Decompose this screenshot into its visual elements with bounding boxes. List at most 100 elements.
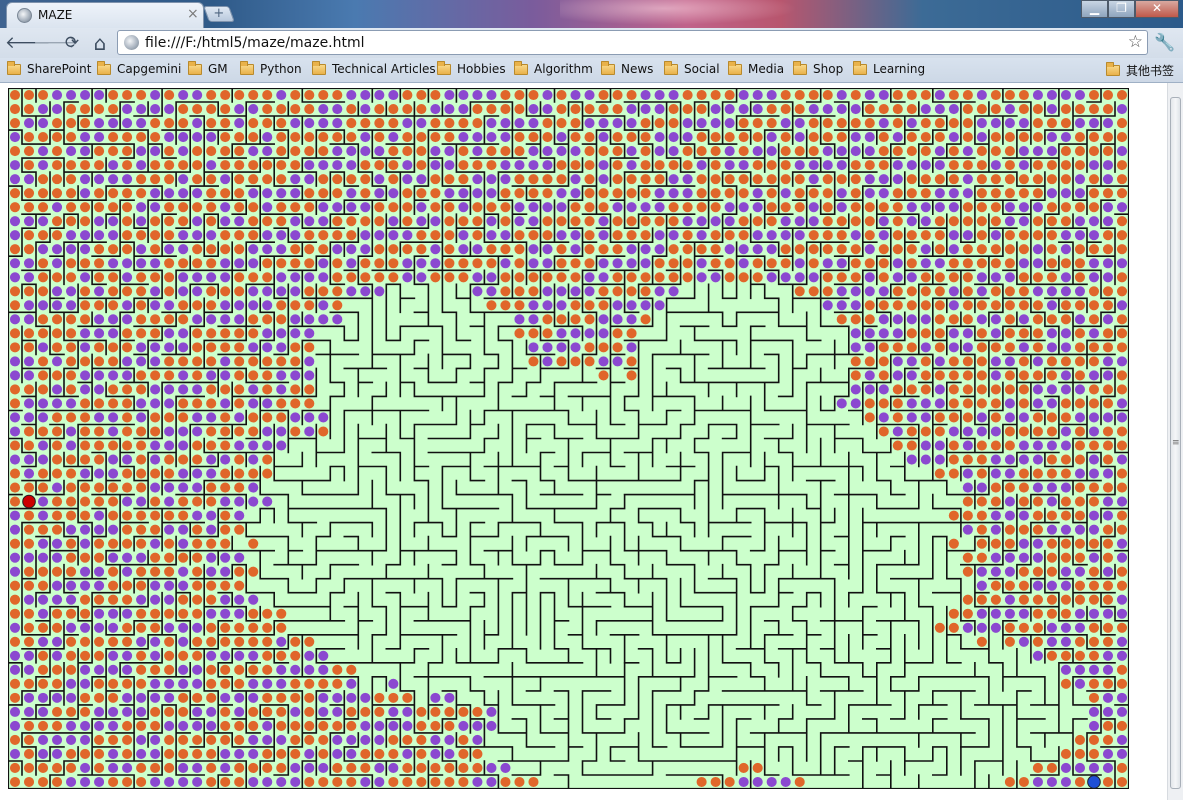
maze-cell-dot [920, 384, 931, 395]
maze-cell-dot [23, 720, 35, 731]
maze-cell-dot [906, 174, 917, 185]
maze-cell-dot [318, 706, 329, 717]
maze-cell-dot [878, 89, 889, 101]
maze-cell-dot [66, 426, 77, 437]
bookmark-folder-sharepoint[interactable]: SharePoint [7, 60, 91, 76]
maze-cell-dot [878, 258, 889, 269]
maze-cell-dot [1032, 636, 1043, 647]
maze-cell-dot [108, 580, 119, 591]
address-bar[interactable]: file:///F:/html5/maze/maze.html ☆ [117, 30, 1148, 55]
maze-cell-dot [262, 314, 273, 325]
maze-cell-dot [1046, 258, 1057, 269]
maze-cell-dot [416, 188, 427, 199]
maze-cell-dot [976, 398, 987, 409]
maze-cell-dot [654, 286, 665, 297]
maze-cell-dot [388, 272, 399, 283]
home-icon[interactable]: ⌂ [89, 32, 111, 54]
maze-cell-dot [318, 202, 329, 213]
maze-cell-dot [178, 538, 189, 549]
maze-cell-dot [780, 89, 791, 101]
maze-cell-dot [976, 202, 987, 213]
maze-cell-dot [878, 300, 889, 311]
maze-cell-dot [430, 202, 441, 213]
bookmark-folder-hobbies[interactable]: Hobbies [437, 60, 506, 76]
url-text[interactable]: file:///F:/html5/maze/maze.html [145, 35, 365, 51]
maximize-button[interactable]: ❐ [1108, 0, 1135, 18]
other-bookmarks-folder[interactable]: 其他书签 [1106, 62, 1174, 79]
bookmark-star-icon[interactable]: ☆ [1128, 32, 1143, 52]
maze-cell-dot [934, 202, 945, 213]
maze-cell-dot [1116, 552, 1128, 563]
close-window-button[interactable]: ✕ [1135, 0, 1179, 18]
maze-cell-dot [388, 230, 399, 241]
maze-cell-dot [836, 174, 847, 185]
scrollbar-thumb[interactable]: ≡ [1170, 97, 1181, 789]
maze-cell-dot [934, 356, 945, 367]
maze-canvas[interactable] [8, 88, 1129, 789]
maze-cell-dot [178, 566, 189, 577]
maze-cell-dot [1088, 342, 1100, 353]
maze-cell-dot [1018, 188, 1029, 199]
maze-cell-dot [990, 398, 1001, 409]
maze-cell-dot [94, 440, 105, 451]
maze-cell-dot [990, 230, 1001, 241]
bookmark-folder-news[interactable]: News [601, 60, 653, 76]
maze-cell-dot [37, 216, 49, 227]
maze-cell-dot [724, 174, 735, 185]
maze-cell-dot [66, 103, 77, 115]
maze-cell-dot [948, 328, 959, 339]
new-tab-button[interactable]: + [203, 6, 235, 22]
maze-cell-dot [710, 230, 721, 241]
bookmark-folder-media[interactable]: Media [728, 60, 784, 76]
window-controls: ▁ ❐ ✕ [1081, 0, 1179, 20]
page-info-globe-icon[interactable] [124, 35, 139, 50]
maze-cell-dot [9, 412, 21, 423]
maze-cell-dot [94, 468, 105, 479]
vertical-scrollbar[interactable]: ≡ [1167, 83, 1183, 800]
bookmark-folder-python[interactable]: Python [240, 60, 302, 76]
bookmark-folder-technical-articles[interactable]: Technical Articles [312, 60, 436, 76]
maze-cell-dot [220, 706, 231, 717]
maze-cell-dot [234, 664, 245, 675]
bookmark-folder-algorithm[interactable]: Algorithm [514, 60, 593, 76]
maze-cell-dot [66, 118, 77, 129]
maze-cell-dot [122, 132, 133, 143]
bookmark-folder-social[interactable]: Social [664, 60, 720, 76]
maze-cell-dot [304, 426, 315, 437]
maze-cell-dot [192, 776, 203, 788]
maze-cell-dot [276, 734, 287, 745]
maze-cell-dot [990, 89, 1001, 101]
back-arrow-icon[interactable]: 🡐 [5, 32, 51, 54]
reload-icon[interactable]: ⟳ [61, 32, 83, 54]
bookmark-folder-capgemini[interactable]: Capgemini [97, 60, 181, 76]
maze-cell-dot [136, 258, 147, 269]
maze-cell-dot [906, 103, 917, 115]
maze-cell-dot [23, 370, 35, 381]
minimize-button[interactable]: ▁ [1081, 0, 1108, 18]
maze-cell-dot [122, 272, 133, 283]
maze-cell-dot [276, 622, 287, 633]
folder-icon [793, 60, 807, 75]
bookmark-folder-gm[interactable]: GM [188, 60, 228, 76]
tab-maze[interactable]: MAZE × [6, 2, 204, 28]
maze-cell-dot [276, 216, 287, 227]
maze-cell-dot [108, 244, 119, 255]
bookmark-folder-shop[interactable]: Shop [793, 60, 843, 76]
maze-cell-dot [94, 188, 105, 199]
maze-cell-dot [304, 678, 315, 689]
tab-close-icon[interactable]: × [187, 6, 199, 22]
maze-cell-dot [402, 132, 413, 143]
maze-cell-dot [1004, 776, 1015, 788]
forward-arrow-icon[interactable]: 🡒 [33, 32, 79, 54]
maze-cell-dot [850, 286, 861, 297]
maze-cell-dot [360, 734, 371, 745]
maze-cell-dot [640, 174, 651, 185]
maze-cell-dot [1060, 538, 1071, 549]
maze-cell-dot [9, 146, 21, 157]
maze-cell-dot [220, 174, 231, 185]
bookmark-folder-learning[interactable]: Learning [853, 60, 925, 76]
maze-cell-dot [108, 594, 119, 605]
wrench-menu-icon[interactable]: 🔧 [1154, 33, 1176, 55]
maze-cell-dot [9, 692, 21, 703]
maze-cell-dot [220, 146, 231, 157]
